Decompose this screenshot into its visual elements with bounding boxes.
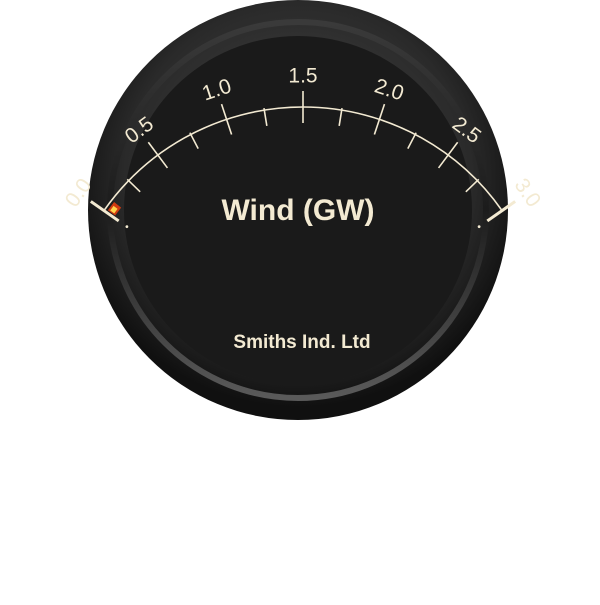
- maker-label: Smiths Ind. Ltd: [233, 332, 370, 353]
- gauge-widget: 0.0 0.5 1.0 1.5 2.0 2.5 3.0 Wind (GW) Smiths I…: [0, 0, 600, 600]
- scale-end-dot: [477, 225, 481, 229]
- scale-start-dot: [125, 225, 129, 229]
- tick-label: 3.0: [510, 174, 546, 211]
- gauge-title: Wind (GW): [221, 194, 374, 227]
- gauge-svg: 0.00.51.0 1.5 2.02.53.0 Wind (GW) Smiths I…: [61, 0, 546, 420]
- tick-label: 1.5: [288, 65, 317, 88]
